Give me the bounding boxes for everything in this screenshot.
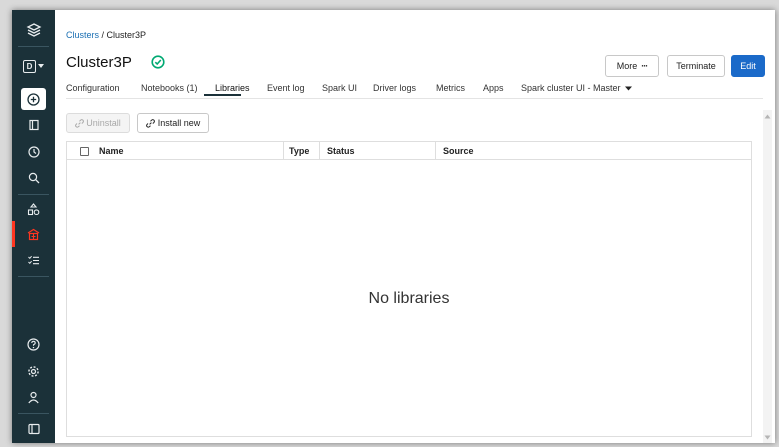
create-button[interactable] (21, 88, 46, 110)
sidebar-divider (18, 46, 49, 47)
jobs-icon[interactable] (12, 246, 55, 274)
active-tab-indicator (204, 94, 241, 96)
data-icon[interactable] (12, 195, 55, 223)
tab-event-log[interactable]: Event log (267, 83, 305, 93)
breadcrumb-separator: / (99, 30, 107, 40)
column-separator (283, 142, 284, 160)
create-icon (27, 92, 40, 106)
breadcrumb-current: Cluster3P (106, 30, 147, 40)
uninstall-label: Uninstall (86, 118, 121, 128)
uninstall-icon (75, 118, 85, 128)
compute-icon[interactable] (12, 220, 55, 248)
install-new-label: Install new (157, 118, 201, 128)
sidebar-divider (18, 276, 49, 277)
uninstall-button[interactable]: Uninstall (66, 113, 130, 133)
sidebar: D (12, 10, 55, 443)
databricks-logo-icon[interactable] (12, 16, 55, 44)
workspace-switcher-icon: D (23, 59, 44, 73)
recents-icon[interactable] (12, 138, 55, 166)
tab-spark-cluster-ui-label: Spark cluster UI - Master (521, 83, 621, 93)
libraries-table: Name Type Status Source No libraries (66, 141, 752, 437)
tab-driver-logs[interactable]: Driver logs (373, 83, 416, 93)
table-header: Name Type Status Source (67, 142, 751, 160)
tab-spark-cluster-ui[interactable]: Spark cluster UI - Master (521, 83, 633, 93)
chevron-down-icon (625, 86, 633, 91)
workspace-icon[interactable] (12, 111, 55, 139)
settings-icon[interactable] (12, 357, 55, 385)
install-new-button[interactable]: Install new (137, 113, 209, 133)
column-header-type[interactable]: Type (289, 146, 309, 156)
running-status-icon (151, 55, 165, 69)
search-icon[interactable] (12, 164, 55, 192)
tab-notebooks[interactable]: Notebooks (1) (141, 83, 198, 93)
more-button[interactable]: More ··· (605, 55, 659, 77)
app-window: D Clusters / Cluster3P Cluster3P More ··… (12, 10, 775, 443)
column-header-status[interactable]: Status (327, 146, 355, 156)
page-title: Cluster3P (66, 54, 132, 71)
column-separator (319, 142, 320, 160)
workspace-letter: D (23, 59, 36, 73)
scroll-down-arrow-icon[interactable] (764, 434, 771, 441)
user-icon[interactable] (12, 383, 55, 411)
breadcrumb-clusters-link[interactable]: Clusters (66, 30, 99, 40)
more-dots-icon: ··· (641, 61, 648, 71)
tabs-divider (66, 98, 763, 99)
edit-button[interactable]: Edit (731, 55, 765, 77)
tab-metrics[interactable]: Metrics (436, 83, 465, 93)
terminate-button[interactable]: Terminate (667, 55, 725, 77)
tab-apps[interactable]: Apps (483, 83, 504, 93)
column-header-source[interactable]: Source (443, 146, 474, 156)
tab-configuration[interactable]: Configuration (66, 83, 120, 93)
tab-spark-ui[interactable]: Spark UI (322, 83, 357, 93)
sidebar-divider (18, 413, 49, 414)
tab-libraries[interactable]: Libraries (215, 83, 250, 93)
vertical-scrollbar[interactable] (763, 110, 772, 443)
breadcrumb: Clusters / Cluster3P (66, 30, 146, 40)
select-all-checkbox[interactable] (80, 147, 89, 156)
column-header-name[interactable]: Name (99, 146, 124, 156)
empty-state-message: No libraries (368, 290, 450, 307)
more-label: More (616, 61, 638, 71)
link-icon (145, 118, 155, 128)
scroll-up-arrow-icon[interactable] (764, 113, 771, 120)
column-separator (435, 142, 436, 160)
workspace-switcher[interactable]: D (12, 52, 55, 80)
cluster-detail-page: Clusters / Cluster3P Cluster3P More ··· … (55, 10, 775, 443)
help-icon[interactable] (12, 330, 55, 358)
collapse-menu-icon[interactable] (12, 415, 55, 443)
